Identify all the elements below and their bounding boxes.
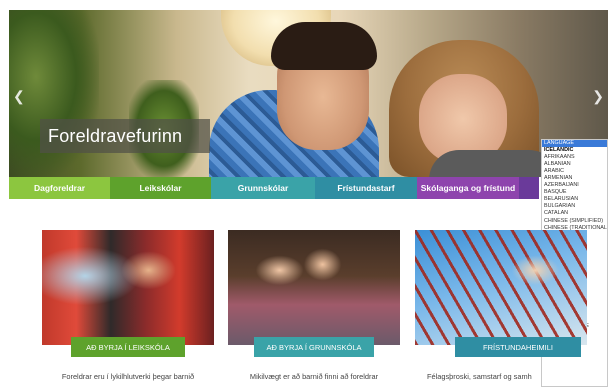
language-option[interactable]: BASQUE: [542, 189, 607, 196]
card-fristundaheimili[interactable]: FRÍSTUNDAHEIMILI Félagsþroski, samstarf …: [415, 230, 587, 387]
language-option[interactable]: ALBANIAN: [542, 161, 607, 168]
nav-tab[interactable]: Dagforeldrar: [9, 177, 110, 199]
slider-prev-icon[interactable]: ❮: [13, 88, 25, 105]
language-option[interactable]: AFRIKAANS: [542, 154, 607, 161]
language-option[interactable]: BELARUSIAN: [542, 196, 607, 203]
card-grunnskoli[interactable]: AÐ BYRJA Í GRUNNSKÓLA Mikilvægt er að ba…: [228, 230, 400, 387]
nav-tab[interactable]: [519, 177, 539, 199]
card-image[interactable]: [42, 230, 214, 345]
language-option[interactable]: ARABIC: [542, 168, 607, 175]
card-label[interactable]: FRÍSTUNDAHEIMILI: [455, 337, 581, 357]
card-description: Foreldrar eru í lykilhlutverki þegar bar…: [61, 372, 195, 381]
hero-title-box: Foreldravefurinn: [40, 119, 210, 153]
slider-next-icon[interactable]: ❯: [592, 88, 604, 105]
language-option[interactable]: ARMENIAN: [542, 175, 607, 182]
language-option[interactable]: ICELANDIC: [542, 147, 607, 154]
hero-man-hair: [271, 22, 377, 70]
nav-tab[interactable]: Grunnskólar: [211, 177, 315, 199]
nav-tab[interactable]: Frístundastarf: [315, 177, 417, 199]
main-nav: Dagforeldrar Leikskólar Grunnskólar Frístun…: [9, 177, 539, 199]
nav-tab[interactable]: Skólaganga og frístund: [417, 177, 519, 199]
nav-tab[interactable]: Leikskólar: [110, 177, 211, 199]
card-description: Félagsþroski, samstarf og samh: [427, 372, 532, 381]
site-title: Foreldravefurinn: [48, 125, 183, 146]
language-option[interactable]: LANGUAGE: [542, 140, 607, 148]
card-label[interactable]: AÐ BYRJA Í GRUNNSKÓLA: [254, 337, 374, 357]
language-option[interactable]: CHINESE (SIMPLIFIED): [542, 218, 607, 225]
card-label[interactable]: AÐ BYRJA Í LEIKSKÓLA: [71, 337, 185, 357]
card-image[interactable]: [415, 230, 587, 345]
card-image[interactable]: [228, 230, 400, 345]
language-option[interactable]: AZERBAIJANI: [542, 182, 607, 189]
card-description: Mikilvægt er að barnið finni að foreldra…: [249, 372, 379, 381]
card-leikskoli[interactable]: AÐ BYRJA Í LEIKSKÓLA Foreldrar eru í lyk…: [42, 230, 214, 387]
language-option[interactable]: CATALAN: [542, 210, 607, 217]
hero-girl-shirt: [429, 150, 559, 177]
language-option[interactable]: BULGARIAN: [542, 203, 607, 210]
